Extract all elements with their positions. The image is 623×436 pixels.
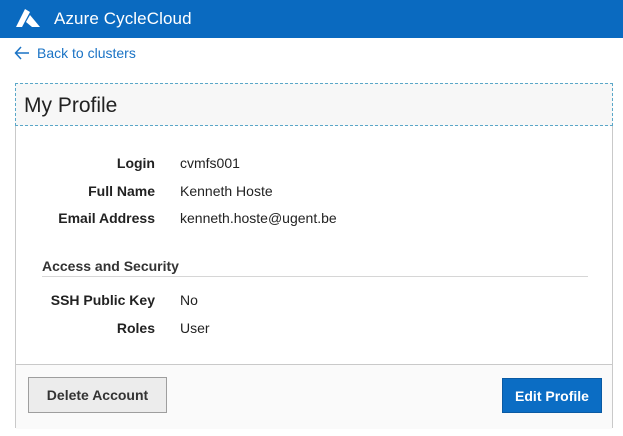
top-navigation-bar: Azure CycleCloud xyxy=(0,0,623,38)
ssh-public-key-label: SSH Public Key xyxy=(50,292,155,308)
section-divider xyxy=(42,276,588,277)
arrow-left-icon xyxy=(14,46,29,60)
full-name-value: Kenneth Hoste xyxy=(180,183,273,199)
roles-value: User xyxy=(180,320,210,336)
back-link-label: Back to clusters xyxy=(37,45,136,61)
profile-card-footer: Delete Account Edit Profile xyxy=(16,364,612,429)
login-label: Login xyxy=(116,155,155,171)
access-security-heading: Access and Security xyxy=(42,258,179,274)
app-title[interactable]: Azure CycleCloud xyxy=(54,9,192,29)
roles-label: Roles xyxy=(116,320,155,336)
back-to-clusters-link[interactable]: Back to clusters xyxy=(14,45,136,61)
edit-profile-button[interactable]: Edit Profile xyxy=(502,378,602,413)
azure-logo-icon[interactable] xyxy=(14,8,42,30)
profile-card: My Profile Login cvmfs001 Full Name Kenn… xyxy=(15,83,613,429)
full-name-label: Full Name xyxy=(88,183,155,199)
email-address-label: Email Address xyxy=(58,210,155,226)
page-title: My Profile xyxy=(24,94,118,117)
ssh-public-key-value: No xyxy=(180,292,198,308)
login-value: cvmfs001 xyxy=(180,155,240,171)
delete-account-button[interactable]: Delete Account xyxy=(28,377,167,413)
email-address-value: kenneth.hoste@ugent.be xyxy=(180,210,337,226)
profile-card-header: My Profile xyxy=(15,83,613,126)
